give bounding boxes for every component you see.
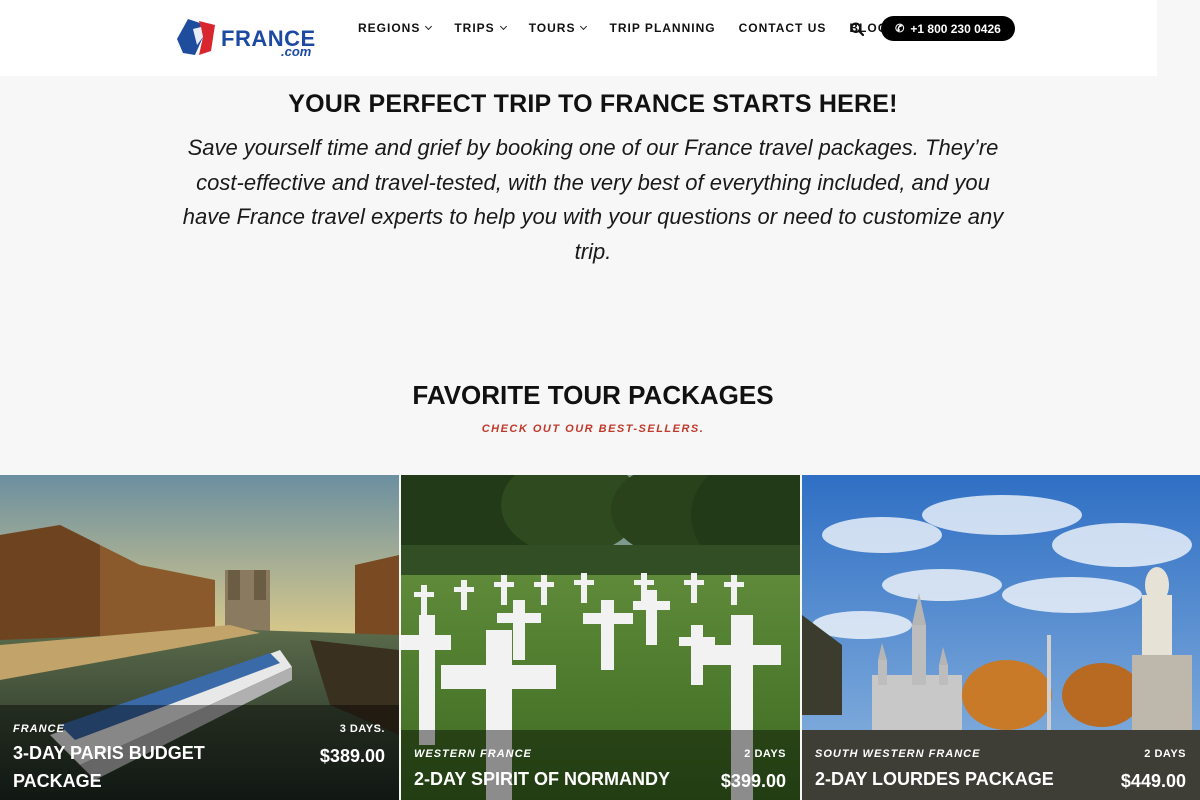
package-cards: FRANCE 3 DAYS. 3-DAY PARIS BUDGET PACKAG… bbox=[0, 475, 1200, 800]
phone-number: +1 800 230 0426 bbox=[910, 21, 1001, 36]
card-price: $389.00 bbox=[319, 746, 385, 766]
card-region: WESTERN FRANCE bbox=[414, 748, 532, 760]
packages-subtitle: CHECK OUT OUR BEST-SELLERS. bbox=[481, 423, 705, 435]
card-region: FRANCE bbox=[13, 723, 65, 735]
nav-trip-planning-label: TRIP PLANNING bbox=[609, 21, 716, 35]
chevron-down-icon bbox=[499, 22, 507, 31]
hero-description: Save yourself time and grief by booking … bbox=[182, 135, 1004, 264]
card-title: 3-DAY PARIS BUDGET PACKAGE bbox=[13, 743, 205, 791]
nav-trip-planning[interactable]: TRIP PLANNING bbox=[609, 21, 715, 35]
card-duration: 2 DAYS bbox=[1144, 748, 1186, 760]
card-region: SOUTH WESTERN FRANCE bbox=[815, 748, 981, 760]
nav-trips[interactable]: TRIPS bbox=[454, 21, 507, 35]
site-header: FRANCE .com REGIONS TRIPS TOURS TRIP PLA… bbox=[0, 0, 1200, 76]
card-title: 2-DAY LOURDES PACKAGE bbox=[815, 769, 1054, 789]
nav-contact-us-label: CONTACT US bbox=[738, 21, 827, 35]
nav-contact-us[interactable]: CONTACT US bbox=[739, 21, 827, 35]
card-info-overlay: FRANCE 3 DAYS. 3-DAY PARIS BUDGET PACKAG… bbox=[0, 705, 399, 800]
card-price: $449.00 bbox=[1120, 771, 1186, 791]
main-nav: REGIONS TRIPS TOURS TRIP PLANNING CONTAC… bbox=[358, 21, 911, 35]
phone-button[interactable]: ✆ +1 800 230 0426 bbox=[881, 16, 1015, 41]
package-card-lourdes[interactable]: SOUTH WESTERN FRANCE 2 DAYS 2-DAY LOURDE… bbox=[802, 475, 1200, 800]
nav-tours-label: TOURS bbox=[528, 21, 576, 35]
packages-title: FAVORITE TOUR PACKAGES bbox=[412, 380, 774, 410]
chevron-down-icon bbox=[580, 22, 588, 31]
card-info-overlay: SOUTH WESTERN FRANCE 2 DAYS 2-DAY LOURDE… bbox=[802, 730, 1200, 800]
nav-regions[interactable]: REGIONS bbox=[358, 21, 433, 35]
card-title: 2-DAY SPIRIT OF NORMANDY bbox=[414, 769, 671, 789]
chevron-down-icon bbox=[425, 22, 433, 31]
france-com-logo[interactable]: FRANCE .com bbox=[173, 15, 325, 61]
card-duration: 3 DAYS. bbox=[339, 723, 385, 735]
nav-trips-label: TRIPS bbox=[454, 21, 495, 35]
logo-subtext: .com bbox=[281, 44, 312, 59]
france-map-logo-icon bbox=[177, 19, 215, 55]
search-icon[interactable] bbox=[850, 22, 864, 36]
package-card-paris[interactable]: FRANCE 3 DAYS. 3-DAY PARIS BUDGET PACKAG… bbox=[0, 475, 399, 800]
phone-icon: ✆ bbox=[895, 23, 905, 35]
nav-regions-label: REGIONS bbox=[358, 21, 421, 35]
hero-title: YOUR PERFECT TRIP TO FRANCE STARTS HERE! bbox=[288, 90, 898, 118]
card-info-overlay: WESTERN FRANCE 2 DAYS 2-DAY SPIRIT OF NO… bbox=[401, 730, 800, 800]
card-duration: 2 DAYS bbox=[744, 748, 786, 760]
package-card-normandy[interactable]: WESTERN FRANCE 2 DAYS 2-DAY SPIRIT OF NO… bbox=[401, 475, 800, 800]
nav-tours[interactable]: TOURS bbox=[528, 21, 588, 35]
card-price: $399.00 bbox=[720, 771, 786, 791]
